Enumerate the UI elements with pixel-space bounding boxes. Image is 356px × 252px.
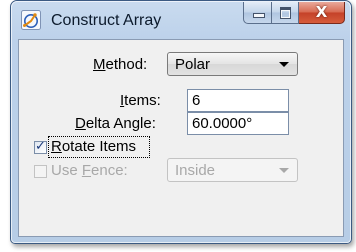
- method-dropdown[interactable]: Polar: [167, 52, 298, 76]
- construct-array-icon: [21, 10, 41, 30]
- method-label: Method:: [93, 56, 147, 73]
- rotate-items-label-rest: otate Items: [61, 138, 137, 155]
- use-fence-label: Use Fence:: [51, 162, 128, 179]
- items-label: Items:: [120, 92, 161, 109]
- method-label-mnemonic: M: [93, 56, 106, 73]
- use-fence-dropdown[interactable]: Inside: [167, 158, 298, 182]
- use-fence-checkbox[interactable]: [34, 165, 47, 178]
- delta-angle-field[interactable]: 60.0000°: [187, 112, 289, 135]
- use-fence-label-pre: Use: [51, 162, 82, 179]
- delta-angle-label-mnemonic: D: [75, 115, 86, 132]
- dialog-client-area: Method: Polar Items: 6 Delta Angle: 60.0…: [18, 39, 344, 237]
- minimize-button[interactable]: [243, 2, 272, 24]
- rotate-items-label[interactable]: Rotate Items: [51, 138, 136, 155]
- delta-angle-field-value: 60.0000°: [192, 115, 253, 132]
- delta-angle-label-rest: elta Angle:: [85, 115, 156, 132]
- items-field[interactable]: 6: [187, 89, 289, 112]
- checkmark-icon: ✓: [35, 139, 46, 154]
- title-bar[interactable]: Construct Array X: [11, 1, 351, 39]
- minimize-icon: [253, 13, 265, 18]
- method-label-rest: ethod:: [105, 56, 148, 73]
- items-field-value: 6: [192, 92, 201, 109]
- use-fence-dropdown-value: Inside: [175, 162, 216, 179]
- close-icon: X: [315, 3, 328, 21]
- maximize-button[interactable]: [272, 2, 299, 24]
- items-label-rest: tems:: [124, 92, 161, 109]
- window-title: Construct Array: [51, 12, 162, 29]
- method-dropdown-value: Polar: [175, 56, 211, 73]
- rotate-items-checkbox[interactable]: ✓: [34, 139, 47, 154]
- use-fence-label-mnemonic: F: [81, 162, 92, 179]
- construct-array-window: Construct Array X Method: Polar Items: 6…: [10, 0, 352, 244]
- delta-angle-label: Delta Angle:: [75, 115, 156, 132]
- maximize-icon: [280, 7, 291, 19]
- caption-buttons: X: [243, 2, 345, 24]
- close-button[interactable]: X: [299, 2, 345, 24]
- chevron-down-icon: [279, 62, 289, 67]
- rotate-items-label-mnemonic: R: [51, 138, 62, 155]
- chevron-down-icon: [279, 168, 289, 173]
- use-fence-label-rest: ence:: [91, 162, 128, 179]
